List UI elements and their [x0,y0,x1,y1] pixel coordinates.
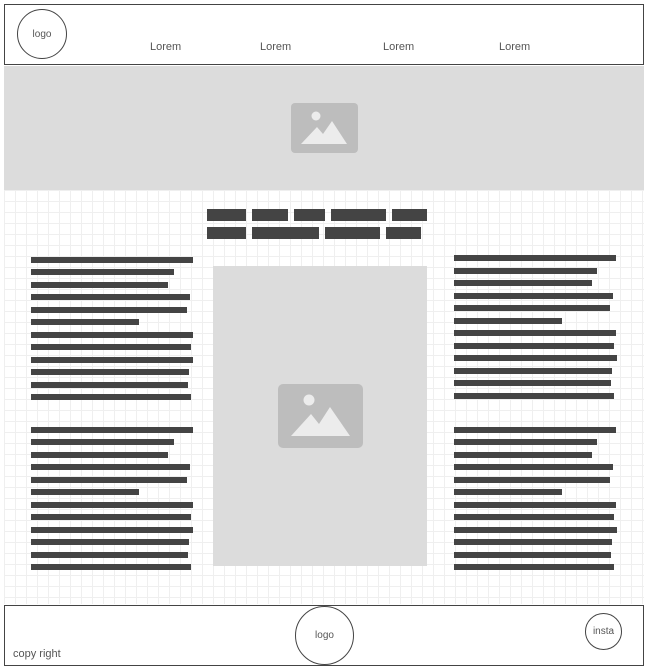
header-logo-text: logo [32,28,52,40]
text-line [454,452,592,458]
text-line [31,439,174,445]
nav-item-3[interactable]: Lorem [383,41,414,53]
text-line [31,489,139,495]
text-line [454,502,616,508]
text-line [454,255,616,261]
text-line [31,269,174,275]
text-line [31,282,168,288]
tag-bar[interactable] [386,227,421,239]
text-line [454,489,562,495]
hero-banner [4,66,644,190]
tag-bar[interactable] [325,227,380,239]
nav-item-1[interactable]: Lorem [150,41,181,53]
site-footer: copy right logo insta [4,605,644,666]
text-line [31,294,190,300]
text-line [454,355,617,361]
text-line [31,527,193,533]
image-placeholder-icon [278,384,363,448]
text-line [31,357,193,363]
image-placeholder-icon [291,103,358,153]
text-line [454,305,610,311]
text-line [454,330,616,336]
text-line [31,427,193,433]
text-line [454,427,616,433]
text-line [454,477,610,483]
text-line [454,464,613,470]
text-line [31,332,193,338]
copyright-text: copy right [13,648,61,660]
text-line [31,502,193,508]
footer-logo[interactable]: logo [295,606,354,665]
site-header: logo Lorem Lorem Lorem Lorem [4,4,644,65]
tag-bar[interactable] [294,209,325,221]
nav-item-4[interactable]: Lorem [499,41,530,53]
text-line [31,464,190,470]
tag-bar[interactable] [392,209,427,221]
tag-bar[interactable] [331,209,386,221]
text-line [454,439,597,445]
text-line [454,280,592,286]
text-line [454,343,614,349]
tag-bar[interactable] [207,227,246,239]
text-line [31,552,188,558]
text-line [31,394,191,400]
text-line [454,318,562,324]
text-line [31,344,191,350]
tag-bar[interactable] [252,227,319,239]
text-line [454,268,597,274]
text-line [454,293,613,299]
text-line [31,369,189,375]
text-line [454,539,612,545]
nav-item-2[interactable]: Lorem [260,41,291,53]
text-line [31,382,188,388]
text-line [454,393,614,399]
text-line [454,527,617,533]
text-line [31,564,191,570]
text-line [31,514,191,520]
text-line [31,319,139,325]
text-line [454,380,611,386]
text-line [454,368,612,374]
header-logo[interactable]: logo [17,9,67,59]
center-image-placeholder [213,266,427,566]
insta-link-text: insta [592,626,615,637]
text-line [31,477,187,483]
text-line [31,539,189,545]
text-line [454,514,614,520]
text-line [31,307,187,313]
tag-bar[interactable] [207,209,246,221]
text-line [454,564,614,570]
insta-link[interactable]: insta [585,613,622,650]
text-line [31,257,193,263]
text-line [454,552,611,558]
tag-bar[interactable] [252,209,288,221]
text-line [31,452,168,458]
footer-logo-text: logo [315,630,334,641]
